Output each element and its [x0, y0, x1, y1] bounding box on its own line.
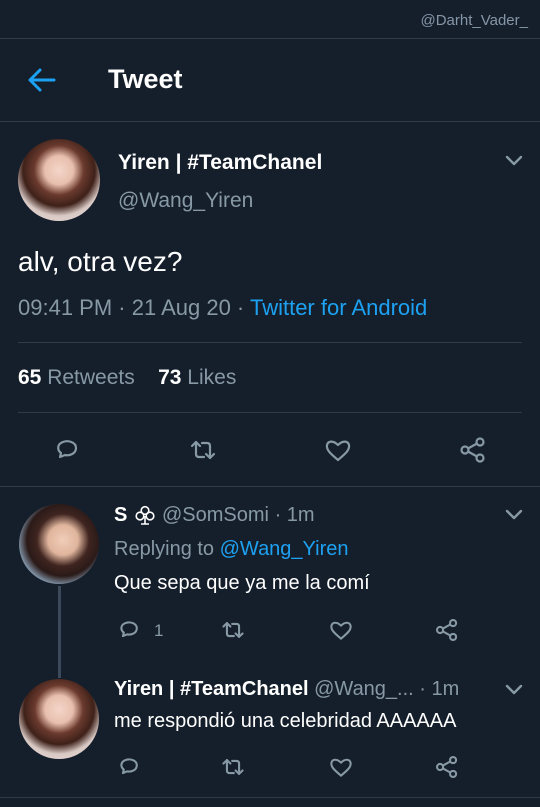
like-icon[interactable] [328, 754, 354, 780]
author-name[interactable]: Yiren | #TeamChanel [118, 151, 322, 175]
thread-line [58, 586, 61, 678]
tweet-text: alv, otra vez? [18, 246, 183, 277]
like-icon[interactable] [323, 435, 353, 465]
divider [0, 486, 540, 487]
reply-icon[interactable] [116, 617, 142, 643]
avatar[interactable] [18, 139, 100, 221]
page-title: Tweet [108, 64, 183, 94]
retweet-icon[interactable] [220, 617, 246, 643]
reply-timestamp: · 1m [274, 504, 315, 526]
share-icon[interactable] [434, 754, 460, 780]
tweet-timestamp: 09:41 PM · 21 Aug 20 · [18, 295, 250, 320]
reply-author-handle[interactable]: @Wang_... [314, 678, 414, 700]
retweet-icon[interactable] [188, 435, 218, 465]
mention-link[interactable]: @Wang_Yiren [220, 538, 349, 560]
tweet-meta: 09:41 PM · 21 Aug 20 · Twitter for Andro… [18, 295, 427, 321]
divider [0, 797, 540, 798]
reply-text: me respondió una celebridad AAAAAA [114, 710, 457, 732]
likes-label[interactable]: Likes [187, 366, 236, 389]
tweet-source-link[interactable]: Twitter for Android [250, 295, 427, 320]
likes-count[interactable]: 73 [158, 366, 181, 389]
app-header: Tweet [0, 38, 540, 122]
reply-author-name-text: S [114, 504, 128, 526]
club-icon [134, 504, 156, 526]
retweets-label[interactable]: Retweets [47, 366, 135, 389]
back-arrow-icon[interactable] [26, 67, 56, 93]
reply-meta: @SomSomi · 1m [162, 504, 315, 527]
reply-icon[interactable] [116, 754, 142, 780]
watermark: @Darht_Vader_ [420, 12, 528, 29]
reply-icon[interactable] [52, 435, 82, 465]
retweets-count[interactable]: 65 [18, 366, 41, 389]
share-icon[interactable] [458, 435, 488, 465]
avatar[interactable] [19, 679, 99, 759]
reply-timestamp: · 1m [419, 678, 460, 700]
share-icon[interactable] [434, 617, 460, 643]
chevron-down-icon[interactable] [504, 154, 524, 168]
retweet-icon[interactable] [220, 754, 246, 780]
reply-count: 1 [154, 621, 164, 640]
reply-author-name[interactable]: S [114, 504, 127, 527]
like-icon[interactable] [328, 617, 354, 643]
replying-to: Replying to @Wang_Yiren [114, 538, 349, 561]
chevron-down-icon[interactable] [504, 683, 524, 697]
author-handle[interactable]: @Wang_Yiren [118, 189, 253, 213]
avatar[interactable] [19, 504, 99, 584]
reply-text: Que sepa que ya me la comí [114, 572, 370, 594]
divider [18, 412, 522, 413]
divider [18, 342, 522, 343]
tweet-stats: 65 Retweets 73 Likes [18, 366, 236, 390]
reply-header: Yiren | #TeamChanel @Wang_... · 1m [114, 678, 500, 701]
replying-prefix: Replying to [114, 538, 220, 560]
chevron-down-icon[interactable] [504, 508, 524, 522]
reply-author-handle[interactable]: @SomSomi [162, 504, 269, 526]
reply-author-name[interactable]: Yiren | #TeamChanel [114, 678, 309, 700]
